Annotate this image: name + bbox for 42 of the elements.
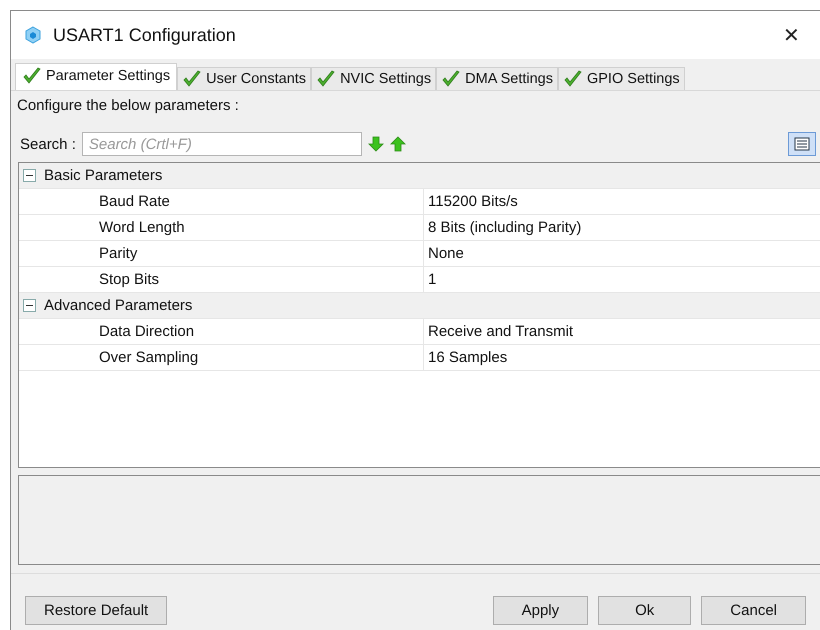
tab[interactable]: User Constants	[177, 67, 312, 90]
parameter-value[interactable]: None	[423, 241, 820, 266]
list-view-button[interactable]	[788, 132, 816, 156]
instruction-text: Configure the below parameters :	[16, 96, 240, 114]
dialog-button[interactable]: Cancel	[701, 596, 806, 625]
parameter-name: Word Length	[98, 218, 186, 238]
parameter-name: Parity	[98, 244, 138, 264]
parameter-value[interactable]: 1	[423, 267, 820, 292]
tab[interactable]: NVIC Settings	[311, 67, 436, 90]
check-icon	[22, 67, 42, 85]
parameter-value[interactable]: 115200 Bits/s	[423, 189, 820, 214]
window-title: USART1 Configuration	[53, 24, 236, 46]
restore-default-button[interactable]: Restore Default	[25, 596, 168, 625]
tab[interactable]: Parameter Settings	[15, 63, 178, 90]
check-icon	[562, 70, 583, 88]
search-field[interactable]: Search (Crtl+F)	[82, 132, 362, 156]
parameter-value[interactable]: 8 Bits (including Parity)	[423, 215, 820, 240]
parameter-name: Stop Bits	[98, 270, 160, 290]
minus-icon	[26, 302, 33, 309]
collapse-toggle[interactable]	[23, 169, 36, 182]
close-button[interactable]: ✕	[779, 22, 804, 48]
check-icon	[316, 70, 336, 88]
tab[interactable]: DMA Settings	[436, 67, 558, 90]
up-arrow-icon[interactable]	[390, 136, 406, 152]
check-icon	[441, 70, 462, 88]
group-label: Advanced Parameters	[44, 297, 192, 314]
group-label: Basic Parameters	[44, 167, 162, 184]
cube-icon	[23, 25, 43, 45]
parameter-name: Baud Rate	[98, 192, 171, 212]
parameter-name: Over Sampling	[98, 348, 200, 368]
parameter-name: Data Direction	[98, 322, 196, 342]
dialog-button[interactable]: Apply	[492, 596, 588, 625]
collapse-toggle[interactable]	[23, 299, 36, 312]
parameter-value[interactable]: 16 Samples	[423, 345, 820, 370]
parameter-value[interactable]: Receive and Transmit	[423, 319, 820, 344]
list-icon	[794, 137, 810, 151]
down-arrow-icon[interactable]	[368, 136, 384, 152]
tab[interactable]: GPIO Settings	[558, 67, 685, 90]
minus-icon	[26, 172, 33, 179]
dialog-button[interactable]: Ok	[598, 596, 692, 625]
check-icon	[182, 70, 202, 88]
search-label: Search :	[20, 136, 76, 152]
